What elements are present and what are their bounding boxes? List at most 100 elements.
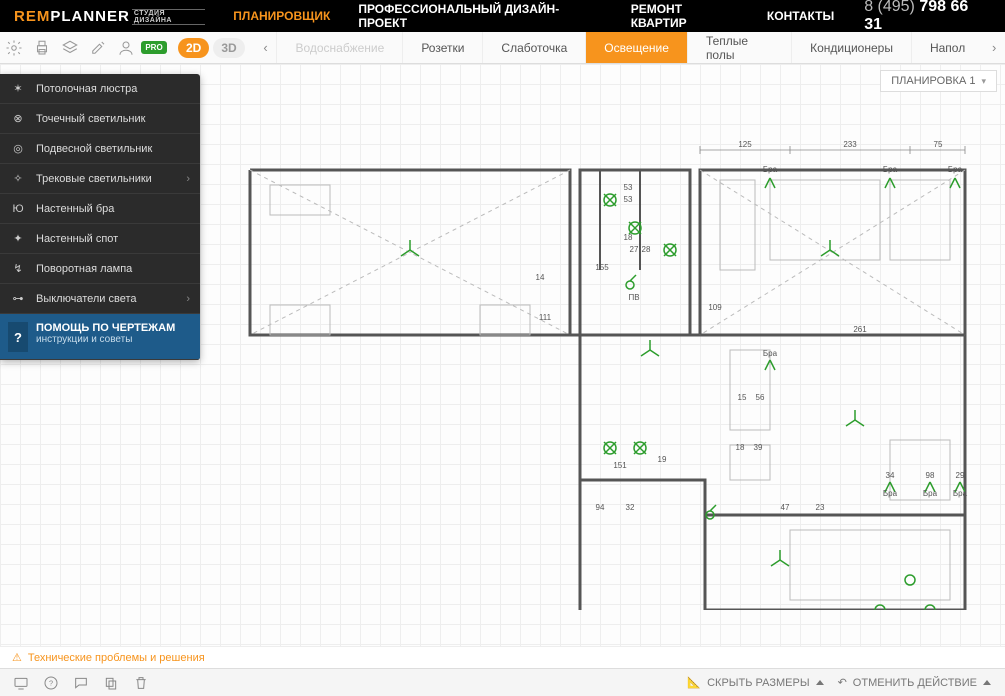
rot-lamp-icon: ↯ xyxy=(10,262,26,275)
chevron-right-icon: › xyxy=(186,173,190,185)
palette-label: Настенный бра xyxy=(36,203,114,215)
palette-pendant[interactable]: ◎ Подвесной светильник xyxy=(0,134,200,164)
dim-label: 151 xyxy=(613,461,627,470)
chandelier-icon: ✶ xyxy=(10,82,26,95)
lighting-palette: ✶ Потолочная люстра ⊗ Точечный светильни… xyxy=(0,74,200,360)
dim-label: 56 xyxy=(756,393,765,402)
dim-label: 23 xyxy=(816,503,825,512)
pendant-icon: ◎ xyxy=(10,142,26,155)
tabs-prev-icon[interactable]: ‹ xyxy=(255,32,277,63)
help-subtitle: инструкции и советы xyxy=(12,334,188,345)
palette-label: Настенный спот xyxy=(36,233,118,245)
palette-label: Подвесной светильник xyxy=(36,143,152,155)
palette-help[interactable]: ? ПОМОЩЬ ПО ЧЕРТЕЖАМ инструкции и советы xyxy=(0,314,200,360)
dim-label: 125 xyxy=(738,140,752,149)
view-3d-button[interactable]: 3D xyxy=(213,38,244,58)
dim-label: 53 xyxy=(624,183,633,192)
pro-badge[interactable]: PRO xyxy=(140,32,168,64)
dim-label: 98 xyxy=(926,471,935,480)
undo-icon: ↶ xyxy=(838,676,847,689)
spot-icon: ⊗ xyxy=(10,112,26,125)
settings-icon[interactable] xyxy=(0,32,28,64)
undo-label: ОТМЕНИТЬ ДЕЙСТВИЕ xyxy=(853,677,977,689)
dim-label: ПВ xyxy=(628,293,639,302)
dim-label: 27 xyxy=(630,245,639,254)
layers-icon[interactable] xyxy=(56,32,84,64)
palette-chandelier[interactable]: ✶ Потолочная люстра xyxy=(0,74,200,104)
tab-lighting[interactable]: Освещение xyxy=(585,32,687,63)
dim-label: 19 xyxy=(658,455,667,464)
hide-dimensions-button[interactable]: 📐 СКРЫТЬ РАЗМЕРЫ xyxy=(687,676,823,689)
logo[interactable]: REMPLANNER СТУДИЯ ДИЗАЙНА xyxy=(0,7,219,25)
undo-button[interactable]: ↶ ОТМЕНИТЬ ДЕЙСТВИЕ xyxy=(838,676,991,689)
phone-number[interactable]: 8 (495) 798 66 31 xyxy=(848,0,1005,34)
palette-bra[interactable]: Ю Настенный бра xyxy=(0,194,200,224)
copy-icon[interactable] xyxy=(96,669,126,696)
floor-plan[interactable]: 125 233 75 xyxy=(230,110,978,610)
palette-label: Трековые светильники xyxy=(36,173,152,185)
screen-icon[interactable] xyxy=(6,669,36,696)
bra-label: Бра xyxy=(883,489,898,498)
tabs-next-icon[interactable]: › xyxy=(983,32,1005,63)
bra-label: Бра xyxy=(948,165,963,174)
palette-switches[interactable]: ⊶ Выключатели света › xyxy=(0,284,200,314)
bra-label: Бра xyxy=(883,165,898,174)
category-tabs: ‹ Водоснабжение Розетки Слаботочка Освещ… xyxy=(255,32,1005,63)
dim-label: 94 xyxy=(596,503,605,512)
palette-label: Потолочная люстра xyxy=(36,83,137,95)
chevron-down-icon: ▾ xyxy=(981,76,986,87)
nav-planner[interactable]: ПЛАНИРОВЩИК xyxy=(219,0,344,32)
dim-label: 47 xyxy=(781,503,790,512)
tools-icon[interactable] xyxy=(84,32,112,64)
view-2d-button[interactable]: 2D xyxy=(178,38,209,58)
dim-label: 39 xyxy=(754,443,763,452)
palette-rot-lamp[interactable]: ↯ Поворотная лампа xyxy=(0,254,200,284)
dim-label: 14 xyxy=(536,273,545,282)
chevron-up-icon xyxy=(983,680,991,685)
palette-label: Выключатели света xyxy=(36,293,137,305)
tab-water[interactable]: Водоснабжение xyxy=(276,32,402,63)
dim-label: 111 xyxy=(539,313,552,322)
nav-renovation[interactable]: РЕМОНТ КВАРТИР xyxy=(617,0,753,32)
palette-track[interactable]: ✧ Трековые светильники › xyxy=(0,164,200,194)
dim-label: 32 xyxy=(626,503,635,512)
logo-subtitle: СТУДИЯ ДИЗАЙНА xyxy=(132,9,205,25)
tab-flooring[interactable]: Напол xyxy=(911,32,983,63)
bra-icon: Ю xyxy=(10,203,26,215)
tab-sockets[interactable]: Розетки xyxy=(402,32,482,63)
palette-spot[interactable]: ⊗ Точечный светильник xyxy=(0,104,200,134)
dim-label: 53 xyxy=(624,195,633,204)
layout-label: ПЛАНИРОВКА 1 xyxy=(891,75,975,87)
chevron-up-icon xyxy=(816,680,824,685)
nav-contacts[interactable]: КОНТАКТЫ xyxy=(753,0,848,32)
dim-label: 155 xyxy=(595,263,609,272)
nav-design-project[interactable]: ПРОФЕССИОНАЛЬНЫЙ ДИЗАЙН-ПРОЕКТ xyxy=(344,0,616,32)
bra-label: Бра xyxy=(923,489,938,498)
dim-label: 18 xyxy=(624,233,633,242)
trash-icon[interactable] xyxy=(126,669,156,696)
tab-floorheat[interactable]: Теплые полы xyxy=(687,32,791,63)
dim-label: 233 xyxy=(843,140,857,149)
view-toggle: 2D 3D xyxy=(178,38,245,58)
dim-label: 29 xyxy=(956,471,965,480)
tab-ac[interactable]: Кондиционеры xyxy=(791,32,911,63)
palette-wall-spot[interactable]: ✦ Настенный спот xyxy=(0,224,200,254)
ruler-icon: 📐 xyxy=(687,676,701,689)
chat-icon[interactable] xyxy=(66,669,96,696)
dim-label: 18 xyxy=(736,443,745,452)
dim-label: 34 xyxy=(886,471,895,480)
help-circle-icon[interactable]: ? xyxy=(36,669,66,696)
user-icon[interactable] xyxy=(112,32,140,64)
toolbar: PRO 2D 3D ‹ Водоснабжение Розетки Слабот… xyxy=(0,32,1005,64)
dim-label: 75 xyxy=(934,140,943,149)
print-icon[interactable] xyxy=(28,32,56,64)
dim-label: 261 xyxy=(853,325,867,334)
wall-spot-icon: ✦ xyxy=(10,232,26,245)
workspace-canvas[interactable]: ✶ Потолочная люстра ⊗ Точечный светильни… xyxy=(0,64,1005,646)
layout-selector[interactable]: ПЛАНИРОВКА 1 ▾ xyxy=(880,70,997,92)
palette-label: Поворотная лампа xyxy=(36,263,132,275)
tab-lowvolt[interactable]: Слаботочка xyxy=(482,32,585,63)
bottom-bar: ? 📐 СКРЫТЬ РАЗМЕРЫ ↶ ОТМЕНИТЬ ДЕЙСТВИЕ xyxy=(0,668,1005,696)
dim-label: 15 xyxy=(738,393,747,402)
issues-link[interactable]: Технические проблемы и решения xyxy=(28,652,205,664)
